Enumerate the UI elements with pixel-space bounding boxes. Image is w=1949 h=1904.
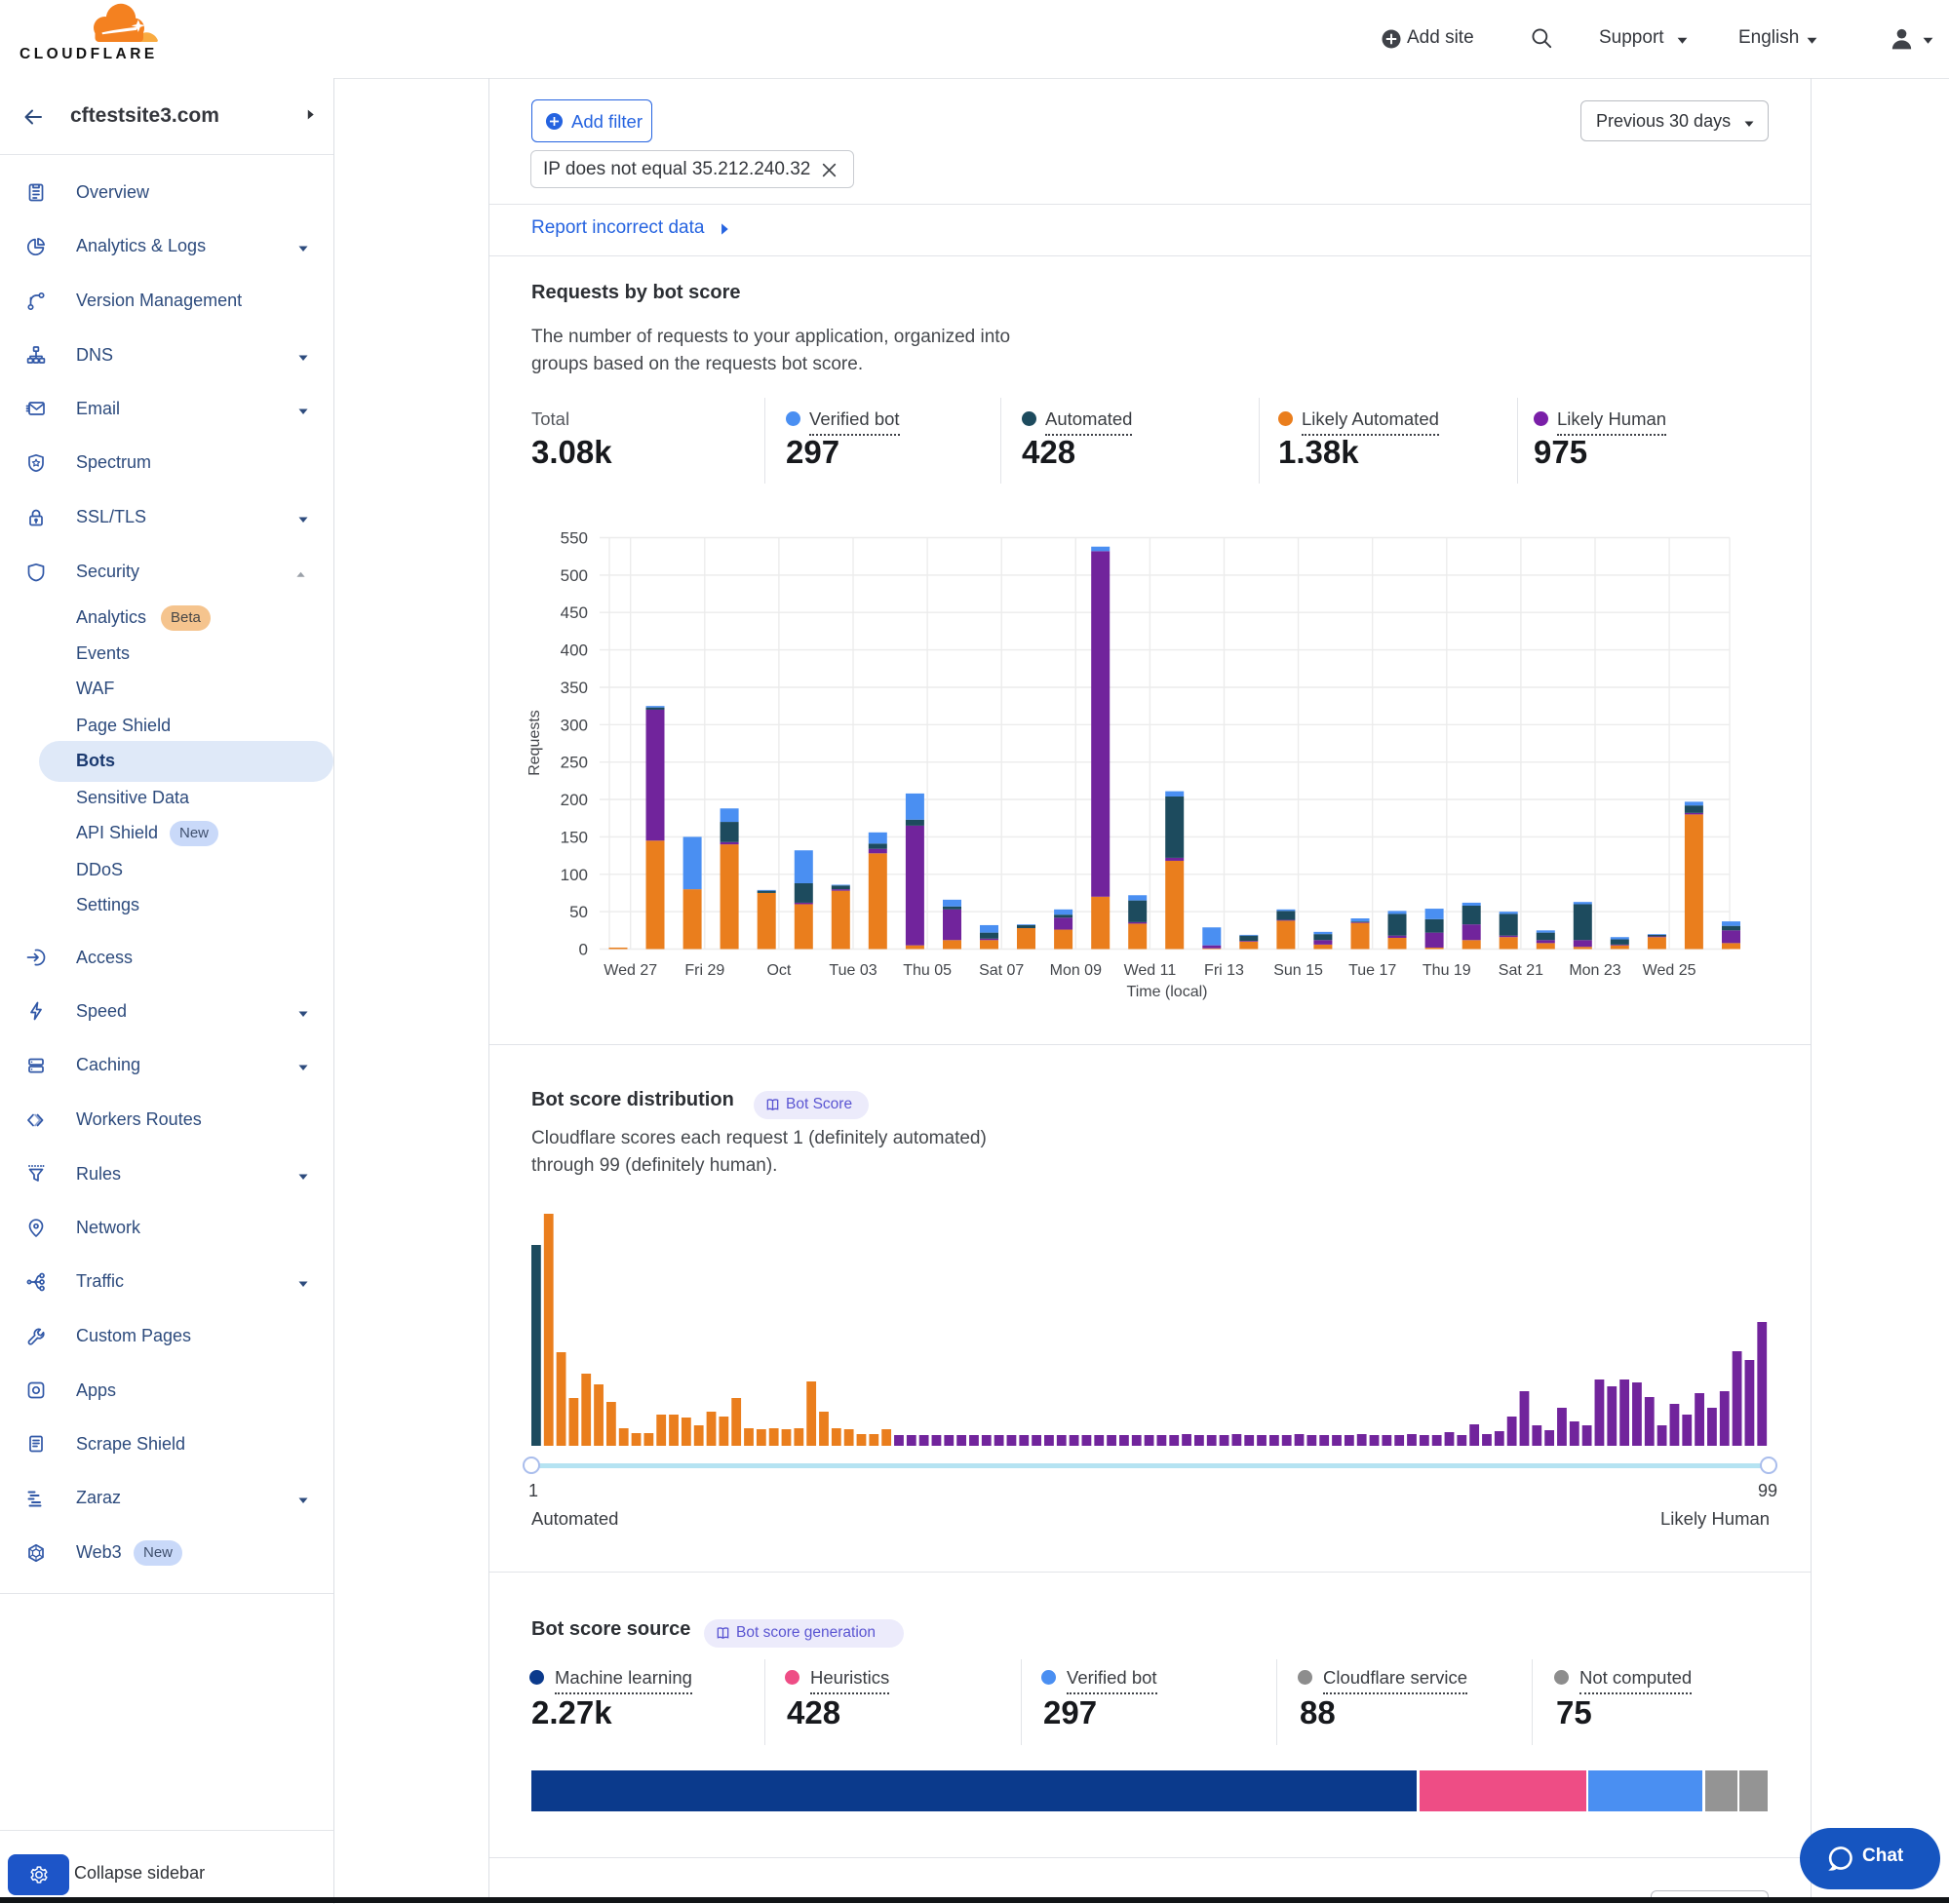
- svg-text:Fri 13: Fri 13: [1204, 962, 1244, 979]
- svg-text:350: 350: [561, 679, 588, 697]
- svg-text:Time (local): Time (local): [1127, 984, 1208, 1000]
- svg-text:Thu 19: Thu 19: [1423, 962, 1471, 979]
- svg-text:Wed 11: Wed 11: [1124, 962, 1177, 979]
- svg-text:400: 400: [561, 641, 588, 660]
- svg-text:Tue 03: Tue 03: [829, 962, 877, 979]
- svg-text:Mon 23: Mon 23: [1569, 962, 1620, 979]
- svg-text:Sat 07: Sat 07: [979, 962, 1024, 979]
- svg-text:Wed 25: Wed 25: [1643, 962, 1696, 979]
- svg-text:150: 150: [561, 828, 588, 846]
- svg-text:100: 100: [561, 866, 588, 884]
- svg-text:Requests: Requests: [526, 710, 543, 776]
- svg-text:Sat 21: Sat 21: [1499, 962, 1543, 979]
- svg-text:450: 450: [561, 603, 588, 622]
- svg-text:Oct: Oct: [766, 962, 791, 979]
- svg-text:300: 300: [561, 716, 588, 734]
- svg-text:Fri 29: Fri 29: [684, 962, 724, 979]
- svg-text:Tue 17: Tue 17: [1348, 962, 1396, 979]
- svg-text:Sun 15: Sun 15: [1273, 962, 1323, 979]
- svg-text:50: 50: [569, 903, 588, 921]
- svg-text:Thu 05: Thu 05: [903, 962, 952, 979]
- svg-text:250: 250: [561, 754, 588, 772]
- svg-text:200: 200: [561, 791, 588, 809]
- svg-text:0: 0: [579, 941, 588, 959]
- svg-text:Mon 09: Mon 09: [1050, 962, 1102, 979]
- svg-text:Wed 27: Wed 27: [604, 962, 657, 979]
- svg-text:500: 500: [561, 566, 588, 585]
- svg-text:550: 550: [561, 529, 588, 548]
